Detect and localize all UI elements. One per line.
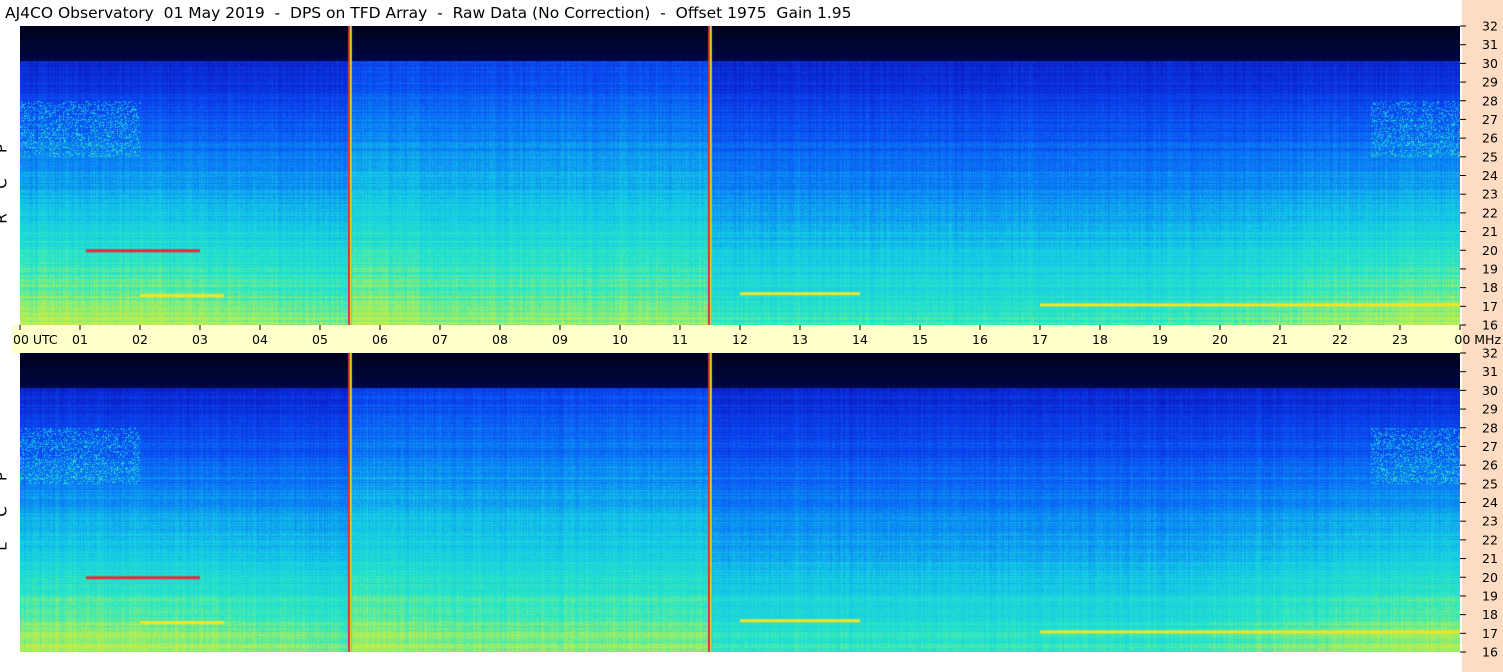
x-tick-label: 19	[1152, 332, 1168, 347]
x-tick-label: 20	[1212, 332, 1228, 347]
y-tick-label: 18	[1482, 607, 1498, 622]
y-tick-label: 28	[1482, 420, 1498, 435]
y-tick-label: 24	[1482, 495, 1498, 510]
y-tick-label: 16	[1482, 318, 1498, 333]
chart-axes: 00 UTC 01 02 03 04 05 06 07 08 09 10 11 12 13 14 15 16 17…	[13, 19, 1501, 660]
x-tick-label: 23	[1392, 332, 1408, 347]
x-tick-label: 10	[612, 332, 628, 347]
y-tick-label: 23	[1482, 187, 1498, 202]
y-tick-label: 27	[1482, 439, 1498, 454]
y-tick-label: 26	[1482, 458, 1498, 473]
y-tick-label: 30	[1482, 383, 1498, 398]
y-tick-label: 22	[1482, 205, 1498, 220]
y-tick-label: 29	[1482, 75, 1498, 90]
x-tick-label: 01	[72, 332, 88, 347]
x-tick-label: 09	[552, 332, 568, 347]
y-tick-label: 22	[1482, 532, 1498, 547]
y-tick-label: 21	[1482, 224, 1498, 239]
y-tick-label: 18	[1482, 280, 1498, 295]
x-tick-label: 15	[912, 332, 928, 347]
y-tick-label: 21	[1482, 551, 1498, 566]
y-tick-label: 16	[1482, 645, 1498, 660]
x-tick-label: 04	[252, 332, 268, 347]
y-tick-label: 19	[1482, 261, 1498, 276]
y-tick-label: 27	[1482, 112, 1498, 127]
x-tick-label: 08	[492, 332, 508, 347]
x-tick-label: 06	[372, 332, 388, 347]
y-tick-label: 20	[1482, 243, 1498, 258]
x-tick-label: 21	[1272, 332, 1288, 347]
y-tick-label: 23	[1482, 514, 1498, 529]
y-tick-label: 31	[1482, 364, 1498, 379]
x-tick-label: 14	[852, 332, 868, 347]
y-tick-label: 32	[1482, 346, 1498, 361]
y-tick-label: 25	[1482, 476, 1498, 491]
x-tick-label: 18	[1092, 332, 1108, 347]
y-tick-label: 17	[1482, 299, 1498, 314]
y-tick-label: 20	[1482, 570, 1498, 585]
y-tick-label: 19	[1482, 588, 1498, 603]
y-tick-label: 32	[1482, 19, 1498, 34]
y-tick-label: 26	[1482, 131, 1498, 146]
y-tick-label: 25	[1482, 149, 1498, 164]
y-tick-label: 24	[1482, 168, 1498, 183]
x-tick-label: 16	[972, 332, 988, 347]
x-tick-label: 17	[1032, 332, 1048, 347]
x-tick-label: 13	[792, 332, 808, 347]
x-tick-label: 07	[432, 332, 448, 347]
x-tick-label: 00 UTC	[13, 332, 58, 347]
x-tick-label: 05	[312, 332, 328, 347]
y-tick-label: 17	[1482, 626, 1498, 641]
x-tick-label: 12	[732, 332, 748, 347]
x-tick-label: 22	[1332, 332, 1348, 347]
y-tick-label: 30	[1482, 56, 1498, 71]
y-tick-label: 31	[1482, 37, 1498, 52]
x-tick-label: 11	[672, 332, 688, 347]
y-tick-label: 28	[1482, 93, 1498, 108]
x-tick-label: 03	[192, 332, 208, 347]
x-tick-label: 02	[132, 332, 148, 347]
y-tick-label: 29	[1482, 402, 1498, 417]
